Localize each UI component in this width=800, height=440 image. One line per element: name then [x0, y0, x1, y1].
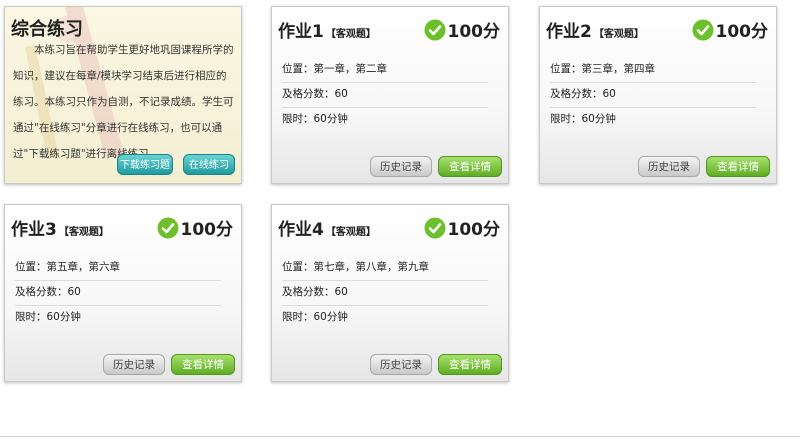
view-details-button[interactable]: 查看详情 — [438, 156, 502, 177]
page-divider — [0, 436, 800, 437]
position-value: 第七章，第八章，第九章 — [313, 261, 430, 273]
assignment-type: 【客观题】 — [325, 29, 376, 40]
assignment-title: 作业1 【客观题】 — [278, 17, 376, 42]
assignment-card: 作业4 【客观题】 100分 位置：第七章，第八章，第九章 及格分数：60 限时：… — [271, 204, 509, 382]
time-limit-label: 限时： — [282, 113, 314, 125]
history-button[interactable]: 历史记录 — [370, 354, 432, 375]
view-details-button[interactable]: 查看详情 — [706, 156, 770, 177]
score-value: 100分 — [715, 22, 769, 42]
assignment-name: 作业4 — [278, 220, 324, 240]
time-limit-row: 限时：60分钟 — [282, 305, 488, 330]
position-label: 位置： — [282, 63, 314, 75]
check-icon — [424, 19, 445, 40]
pass-score-label: 及格分数： — [15, 286, 68, 298]
assignment-type: 【客观题】 — [593, 29, 644, 40]
time-limit-label: 限时： — [15, 311, 47, 323]
pass-score-label: 及格分数： — [282, 88, 335, 100]
history-button[interactable]: 历史记录 — [370, 156, 432, 177]
position-value: 第三章，第四章 — [581, 63, 656, 75]
assignment-name: 作业1 — [278, 22, 324, 42]
position-row: 位置：第五章，第六章 — [15, 255, 221, 281]
time-limit-value: 60分钟 — [581, 113, 616, 125]
score-badge: 100分 — [424, 17, 501, 42]
position-label: 位置： — [282, 261, 314, 273]
assignment-title: 作业4 【客观题】 — [278, 215, 376, 240]
position-row: 位置：第三章，第四章 — [550, 57, 756, 83]
assignment-name: 作业2 — [546, 22, 592, 42]
pass-score-value: 60 — [67, 286, 81, 298]
position-row: 位置：第一章，第二章 — [282, 57, 488, 83]
pass-score-row: 及格分数：60 — [282, 82, 488, 108]
time-limit-row: 限时：60分钟 — [282, 107, 488, 132]
score-badge: 100分 — [157, 215, 234, 240]
pass-score-row: 及格分数：60 — [15, 280, 221, 306]
assignment-title: 作业2 【客观题】 — [546, 17, 644, 42]
assignment-card: 作业3 【客观题】 100分 位置：第五章，第六章 及格分数：60 限时：60分钟… — [4, 204, 242, 382]
time-limit-label: 限时： — [282, 311, 314, 323]
assignment-card: 作业1 【客观题】 100分 位置：第一章，第二章 及格分数：60 限时：60分钟… — [271, 6, 509, 184]
history-button[interactable]: 历史记录 — [638, 156, 700, 177]
intro-card: 综合练习 本练习旨在帮助学生更好地巩固课程所学的知识，建议在每章/模块学习结束后… — [4, 6, 242, 184]
score-value: 100分 — [180, 220, 234, 240]
assignment-title: 作业3 【客观题】 — [11, 215, 109, 240]
check-icon — [157, 217, 178, 238]
assignment-type: 【客观题】 — [58, 227, 109, 238]
view-details-button[interactable]: 查看详情 — [171, 354, 235, 375]
score-value: 100分 — [447, 220, 501, 240]
time-limit-value: 60分钟 — [313, 311, 348, 323]
time-limit-row: 限时：60分钟 — [550, 107, 756, 132]
position-label: 位置： — [15, 261, 47, 273]
time-limit-label: 限时： — [550, 113, 582, 125]
time-limit-value: 60分钟 — [46, 311, 81, 323]
view-details-button[interactable]: 查看详情 — [438, 354, 502, 375]
pass-score-row: 及格分数：60 — [282, 280, 488, 306]
time-limit-row: 限时：60分钟 — [15, 305, 221, 330]
score-value: 100分 — [447, 22, 501, 42]
position-value: 第五章，第六章 — [46, 261, 121, 273]
score-badge: 100分 — [424, 215, 501, 240]
assignment-type: 【客观题】 — [325, 227, 376, 238]
pass-score-label: 及格分数： — [550, 88, 603, 100]
score-badge: 100分 — [692, 17, 769, 42]
check-icon — [424, 217, 445, 238]
position-row: 位置：第七章，第八章，第九章 — [282, 255, 488, 281]
time-limit-value: 60分钟 — [313, 113, 348, 125]
pass-score-value: 60 — [334, 286, 348, 298]
intro-description: 本练习旨在帮助学生更好地巩固课程所学的知识，建议在每章/模块学习结束后进行相应的… — [13, 44, 234, 160]
pass-score-row: 及格分数：60 — [550, 82, 756, 108]
position-value: 第一章，第二章 — [313, 63, 388, 75]
assignment-name: 作业3 — [11, 220, 57, 240]
assignment-card: 作业2 【客观题】 100分 位置：第三章，第四章 及格分数：60 限时：60分钟… — [539, 6, 777, 184]
check-icon — [692, 19, 713, 40]
history-button[interactable]: 历史记录 — [103, 354, 165, 375]
online-practice-button[interactable]: 在线练习 — [183, 154, 235, 175]
pass-score-label: 及格分数： — [282, 286, 335, 298]
position-label: 位置： — [550, 63, 582, 75]
pass-score-value: 60 — [334, 88, 348, 100]
download-exercises-button[interactable]: 下载练习题 — [117, 154, 173, 175]
pass-score-value: 60 — [602, 88, 616, 100]
